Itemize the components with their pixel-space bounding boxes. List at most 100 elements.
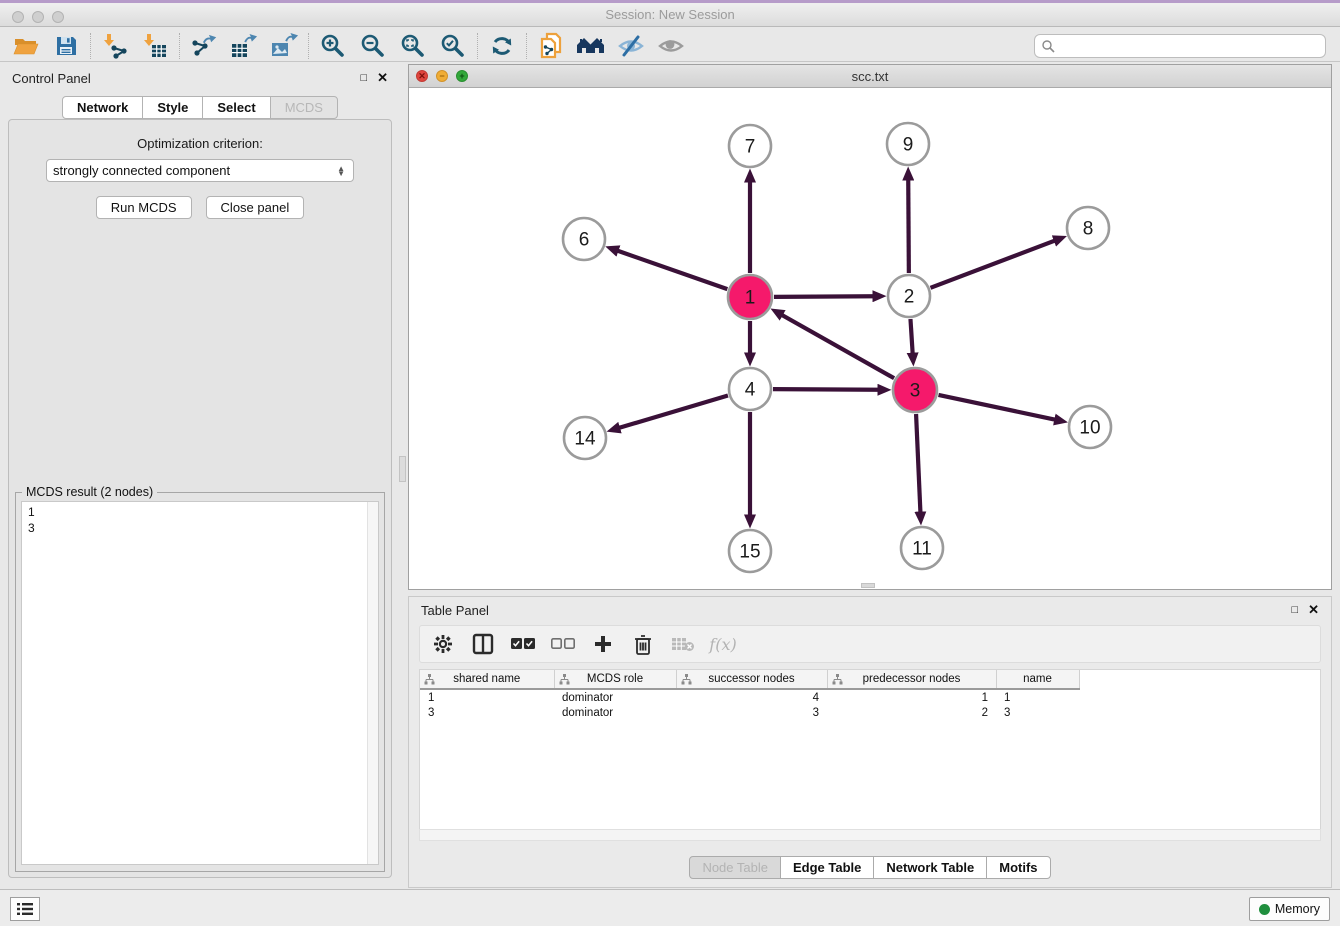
table-cell[interactable]: dominator [554,689,676,705]
close-table-panel-icon[interactable]: ✕ [1308,602,1319,618]
tab-node-table[interactable]: Node Table [689,856,781,879]
graph-edge-2-8[interactable] [931,240,1056,287]
graph-edge-1-6[interactable] [617,251,727,290]
network-window-titlebar[interactable]: ✕ − + scc.txt [409,65,1331,88]
tab-network-table[interactable]: Network Table [873,856,987,879]
network-canvas[interactable]: 7 9 6 8 1 2 4 3 14 10 15 11 [409,88,1331,589]
save-session-icon[interactable] [46,31,86,61]
zoom-in-icon[interactable] [313,31,353,61]
graph-node-8[interactable]: 8 [1067,207,1109,249]
function-builder-icon[interactable]: f(x) [710,631,736,657]
table-options-icon[interactable] [430,631,456,657]
graph-edge-2-3[interactable] [910,319,912,354]
close-view-icon[interactable]: ✕ [416,70,428,82]
graph-node-7[interactable]: 7 [729,125,771,167]
delete-table-icon[interactable] [670,631,696,657]
close-window-button[interactable] [12,11,24,23]
import-network-icon[interactable] [95,31,135,61]
add-column-icon[interactable] [590,631,616,657]
svg-text:10: 10 [1079,418,1100,439]
column-header-shared-name[interactable]: shared name [420,670,554,689]
graph-edge-3-1[interactable] [781,315,894,379]
show-columns-icon[interactable] [470,631,496,657]
column-header-predecessor-nodes[interactable]: predecessor nodes [827,670,996,689]
column-header-successor-nodes[interactable]: successor nodes [676,670,827,689]
graph-node-4[interactable]: 4 [729,368,771,410]
run-mcds-button[interactable]: Run MCDS [96,196,192,219]
canvas-resize-handle[interactable] [861,583,875,588]
svg-text:15: 15 [739,542,760,563]
graph-edge-3-10[interactable] [938,395,1055,420]
tab-network[interactable]: Network [62,96,143,119]
tab-select[interactable]: Select [202,96,270,119]
table-row[interactable]: 3dominator323 [420,705,1079,721]
search-field[interactable] [1034,34,1326,58]
zoom-selected-icon[interactable] [433,31,473,61]
hide-selected-icon[interactable] [611,31,651,61]
refresh-icon[interactable] [482,31,522,61]
close-panel-button[interactable]: Close panel [206,196,305,219]
minimize-window-button[interactable] [32,11,44,23]
zoom-out-icon[interactable] [353,31,393,61]
graph-edge-4-14[interactable] [619,396,728,428]
export-table-icon[interactable] [224,31,264,61]
minimize-view-icon[interactable]: − [436,70,448,82]
search-input[interactable] [1059,39,1319,53]
clone-network-icon[interactable] [531,31,571,61]
import-table-icon[interactable] [135,31,175,61]
delete-column-icon[interactable] [630,631,656,657]
export-image-icon[interactable] [264,31,304,61]
table-row[interactable]: 1dominator411 [420,689,1079,705]
select-all-icon[interactable] [510,631,536,657]
graph-node-15[interactable]: 15 [729,530,771,572]
task-history-button[interactable] [10,897,40,921]
open-file-icon[interactable] [6,31,46,61]
maximize-view-icon[interactable]: + [456,70,468,82]
graph-node-10[interactable]: 10 [1069,406,1111,448]
table-cell[interactable]: 4 [676,689,827,705]
window-controls[interactable] [12,11,64,23]
graph-edge-1-2[interactable] [774,296,874,297]
float-table-panel-icon[interactable]: □ [1291,604,1298,616]
tab-motifs[interactable]: Motifs [986,856,1050,879]
table-hscrollbar[interactable] [419,829,1321,841]
mcds-result-text[interactable]: 1 3 [22,502,367,864]
svg-text:7: 7 [745,137,756,158]
table-cell[interactable]: 1 [827,689,996,705]
graph-node-1[interactable]: 1 [728,275,772,319]
memory-button[interactable]: Memory [1249,897,1330,921]
graph-node-2[interactable]: 2 [888,275,930,317]
graph-edge-4-3[interactable] [773,389,879,390]
table-cell[interactable]: 1 [996,689,1079,705]
table-cell[interactable]: 3 [676,705,827,721]
graph-node-3[interactable]: 3 [893,368,937,412]
show-all-icon[interactable] [651,31,691,61]
float-panel-icon[interactable]: □ [360,72,367,84]
result-scrollbar[interactable] [367,502,378,864]
deselect-all-icon[interactable] [550,631,576,657]
table-cell[interactable]: 2 [827,705,996,721]
table-cell[interactable]: dominator [554,705,676,721]
table-cell[interactable]: 3 [420,705,554,721]
export-network-icon[interactable] [184,31,224,61]
graph-node-14[interactable]: 14 [564,417,606,459]
graph-node-6[interactable]: 6 [563,218,605,260]
graph-node-9[interactable]: 9 [887,123,929,165]
tab-style[interactable]: Style [142,96,203,119]
criterion-dropdown[interactable]: strongly connected component ▲▼ [46,159,354,182]
control-panel-title: Control Panel [12,71,91,86]
graph-node-11[interactable]: 11 [901,527,943,569]
graph-edge-3-11[interactable] [916,414,920,513]
table-cell[interactable]: 3 [996,705,1079,721]
zoom-fit-icon[interactable] [393,31,433,61]
zoom-window-button[interactable] [52,11,64,23]
table-cell[interactable]: 1 [420,689,554,705]
tab-edge-table[interactable]: Edge Table [780,856,874,879]
column-header-name[interactable]: name [996,670,1079,689]
graph-edge-2-9[interactable] [908,179,909,273]
close-panel-icon[interactable]: ✕ [377,70,388,86]
panel-splitter-handle[interactable] [399,456,406,482]
first-neighbors-icon[interactable] [571,31,611,61]
tab-mcds[interactable]: MCDS [270,96,338,119]
column-header-MCDS-role[interactable]: MCDS role [554,670,676,689]
